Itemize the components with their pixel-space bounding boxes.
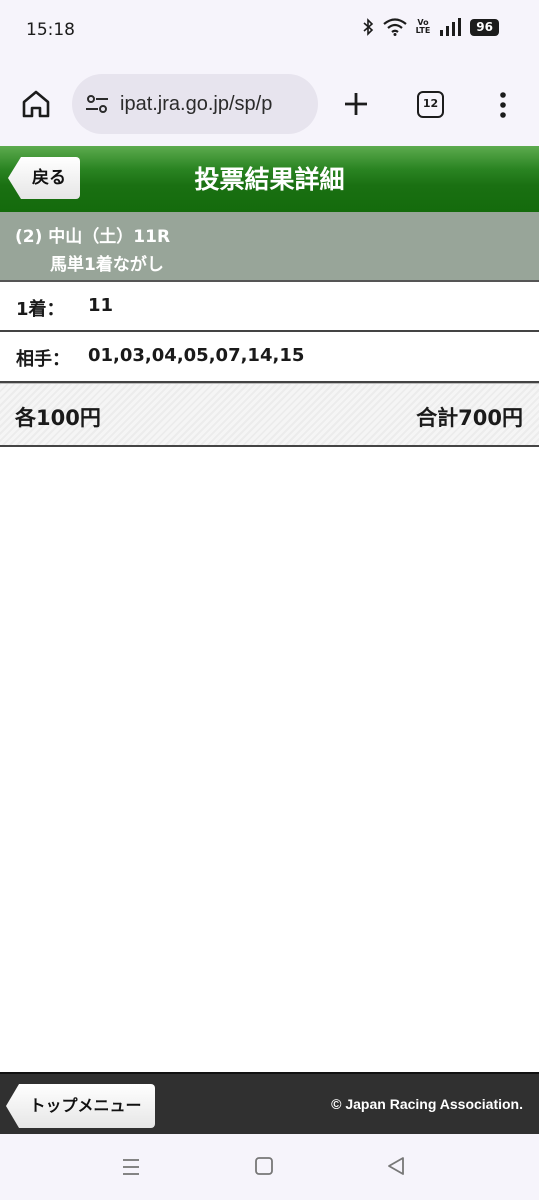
footer: トップメニュー © Japan Racing Association.: [0, 1072, 539, 1134]
wifi-icon: [382, 18, 407, 36]
browser-toolbar: ipat.jra.go.jp/sp/p 12: [0, 62, 539, 146]
partner-value: 01,03,04,05,07,14,15: [88, 345, 305, 366]
status-time: 15:18: [26, 20, 75, 40]
bet-type: 馬単1着ながし: [50, 255, 164, 275]
race-info: (2) 中山（土）11R 馬単1着ながし: [0, 212, 539, 282]
page-title: 投票結果詳細: [194, 165, 345, 194]
first-place-label: 1着：: [16, 299, 65, 320]
amount-row: 各100円 合計700円: [0, 383, 539, 447]
signal-icon: [440, 18, 462, 36]
total-amount: 合計700円: [416, 406, 523, 430]
partner-label: 相手：: [16, 349, 70, 370]
recents-icon[interactable]: [120, 1156, 142, 1178]
status-bar: 15:18 Vo LTE 96: [0, 0, 539, 62]
first-place-row: 1着： 11: [0, 282, 539, 332]
status-icons: Vo LTE 96: [362, 18, 499, 36]
nav-back-icon[interactable]: [386, 1156, 406, 1176]
page-header: 戻る 投票結果詳細: [0, 146, 539, 212]
partner-row: 相手： 01,03,04,05,07,14,15: [0, 332, 539, 383]
first-place-value: 11: [88, 295, 114, 316]
volte-indicator: Vo LTE: [415, 18, 431, 35]
home-icon[interactable]: [20, 88, 52, 120]
url-text[interactable]: ipat.jra.go.jp/sp/p: [120, 93, 272, 116]
new-tab-plus-icon[interactable]: [342, 90, 370, 118]
tab-switcher-button[interactable]: 12: [417, 91, 444, 118]
battery-level: 96: [470, 18, 499, 36]
page: 15:18 Vo LTE 96 ipat.jra.go.jp/sp/p 12 戻…: [0, 0, 539, 1200]
nav-home-icon[interactable]: [254, 1156, 274, 1176]
top-menu-button[interactable]: トップメニュー: [6, 1084, 155, 1128]
address-bar[interactable]: ipat.jra.go.jp/sp/p: [72, 74, 318, 134]
site-settings-icon[interactable]: [84, 91, 110, 117]
each-amount: 各100円: [15, 406, 101, 430]
race-name: (2) 中山（土）11R: [15, 227, 171, 247]
system-nav-bar: [0, 1134, 539, 1200]
copyright-text: © Japan Racing Association.: [331, 1096, 523, 1112]
bluetooth-icon: [363, 18, 373, 36]
more-menu-icon[interactable]: [494, 90, 512, 120]
